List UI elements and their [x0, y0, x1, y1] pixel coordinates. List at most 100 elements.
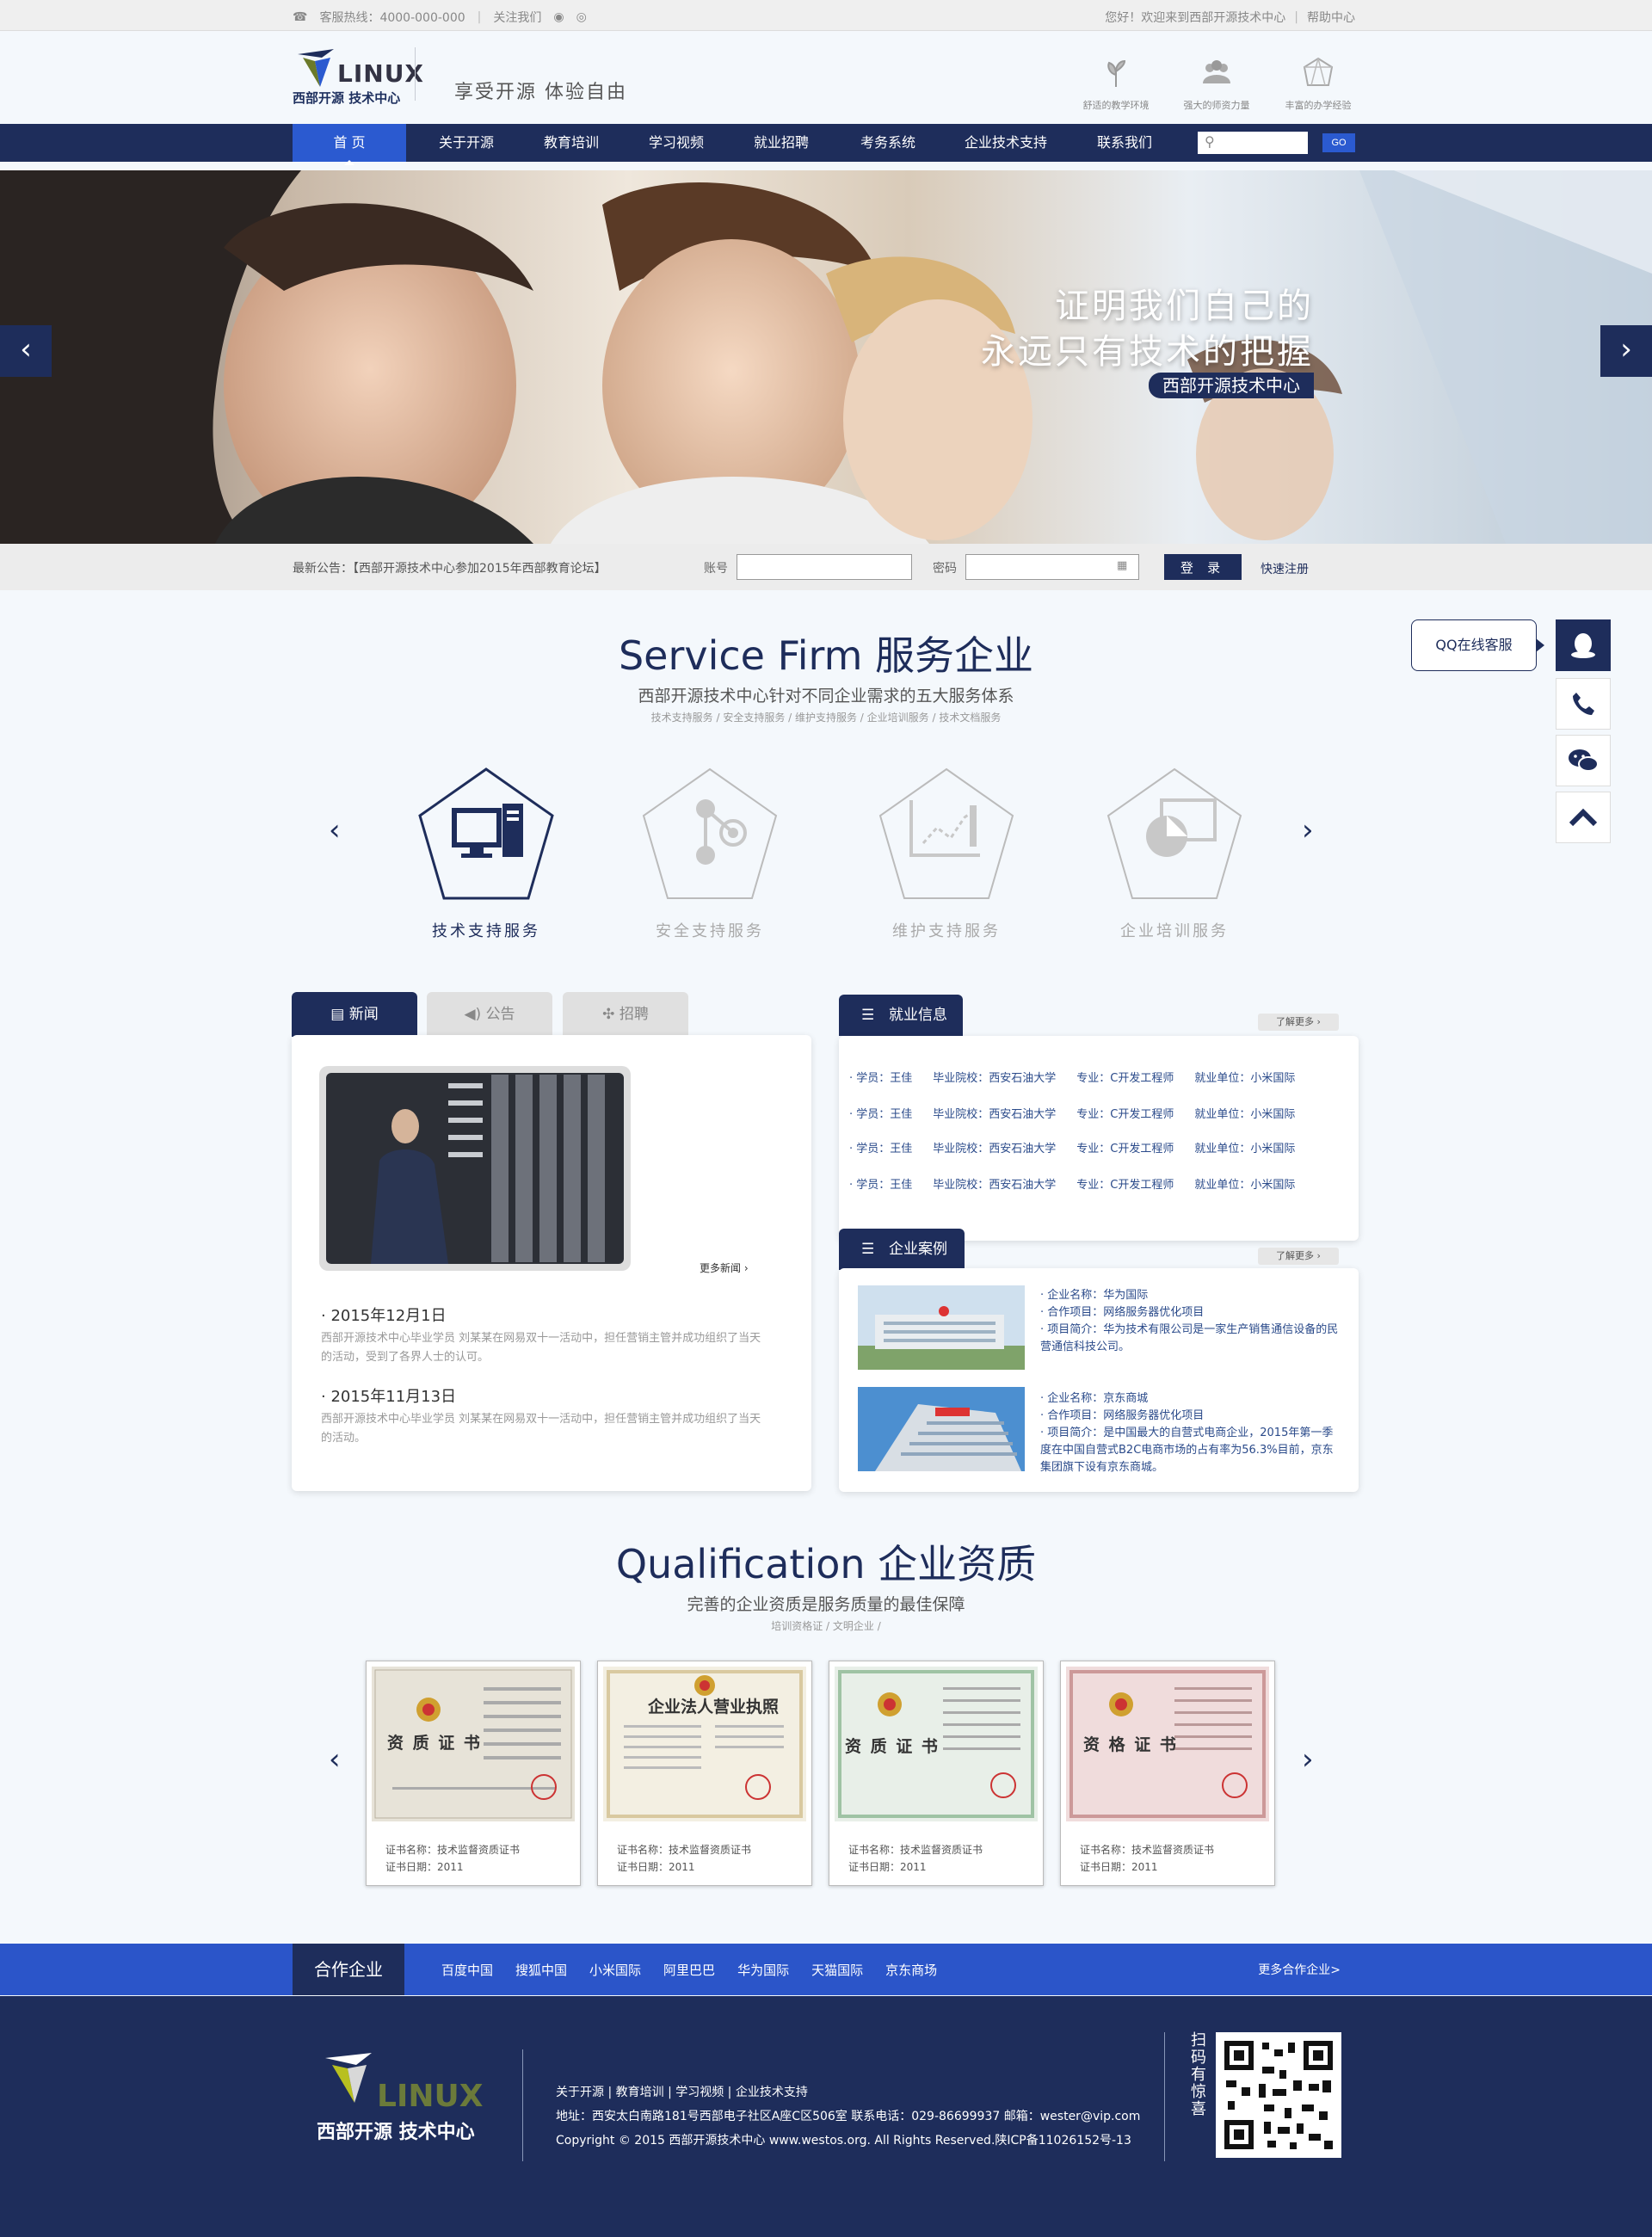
certificate-image [603, 1667, 806, 1821]
news-item[interactable]: · 2015年12月1日 西部开源技术中心毕业学员 刘某某在网易双十一活动中，担… [321, 1303, 768, 1367]
nav-exam[interactable]: 考务系统 [826, 124, 950, 162]
case-project: · 合作项目：网络服务器优化项目 [1040, 1409, 1205, 1422]
qq-online-service[interactable]: QQ在线客服 [1411, 619, 1537, 671]
search-icon: ⚲ [1205, 133, 1215, 150]
service-training[interactable]: 企业培训服务 [1097, 766, 1252, 941]
footer-info: 关于开源 | 教育培训 | 学习视频 | 企业技术支持 地址：西安太白南路181… [556, 2080, 1140, 2153]
service-subtitle: 西部开源技术中心针对不同企业需求的五大服务体系 [638, 687, 1014, 706]
cases-title: 企业案例 [889, 1241, 947, 1258]
news-photo[interactable] [319, 1066, 631, 1271]
tab-announcements[interactable]: ◀) 公告 [427, 992, 552, 1037]
feature-environment: 舒适的教学环境 [1073, 56, 1159, 112]
feature-teachers: 强大的师资力量 [1174, 56, 1260, 112]
nav-jobs[interactable]: 就业招聘 [737, 124, 826, 162]
case-item[interactable]: · 企业名称：华为国际 · 合作项目：网络服务器优化项目 · 项目简介：华为技术… [1040, 1287, 1341, 1356]
more-partners-link[interactable]: 更多合作企业> [1258, 1961, 1341, 1978]
keyboard-icon[interactable]: ▦ [1117, 559, 1127, 572]
job-row[interactable]: · 学员：王佳 毕业院校：西安石油大学 专业：C开发工程师 就业单位：小米国际 [849, 1069, 1316, 1085]
quick-register-link[interactable]: 快速注册 [1261, 560, 1309, 577]
wechat-icon[interactable]: ◎ [576, 10, 587, 24]
service-maintenance[interactable]: 维护支持服务 [869, 766, 1024, 941]
certificate-card[interactable]: 企业法人营业执照 证书名称：技术监督资质证书 证书日期：2011 [597, 1661, 812, 1886]
logo[interactable]: LINUX 西部开源 技术中心 [293, 44, 423, 106]
certificate-card[interactable]: 资 质 证 书 证书名称：技术监督资质证书 证书日期：2011 [366, 1661, 581, 1886]
nav-enterprise[interactable]: 企业技术支持 [950, 124, 1062, 162]
search-go-button[interactable]: GO [1322, 133, 1355, 152]
service-prev-arrow[interactable]: ‹ [329, 813, 341, 847]
partner-link[interactable]: 天猫国际 [811, 1961, 863, 1979]
service-tech-support[interactable]: 技术支持服务 [409, 766, 564, 941]
huawei-building-photo[interactable] [858, 1285, 1025, 1370]
nav-about[interactable]: 关于开源 [406, 124, 527, 162]
certificate-card[interactable]: 资 格 证 书 证书名称：技术监督资质证书 证书日期：2011 [1060, 1661, 1275, 1886]
news-item[interactable]: · 2015年11月13日 西部开源技术中心毕业学员 刘某某在网易双十一活动中，… [321, 1384, 768, 1448]
help-center-link[interactable]: 帮助中心 [1307, 9, 1355, 26]
cert-prev-arrow[interactable]: ‹ [329, 1742, 341, 1777]
password-input[interactable] [965, 554, 1139, 580]
tab-label: 招聘 [619, 1006, 649, 1023]
account-input[interactable] [737, 554, 912, 580]
service-next-arrow[interactable]: › [1302, 813, 1314, 847]
qr-caption: 扫码有惊喜 [1191, 2031, 1206, 2118]
wechat-button[interactable] [1556, 735, 1611, 786]
partner-link[interactable]: 华为国际 [737, 1961, 789, 1979]
partner-link[interactable]: 百度中国 [441, 1961, 493, 1979]
nav-education[interactable]: 教育培训 [527, 124, 616, 162]
bubble-tail [1536, 638, 1544, 652]
main-nav: 首 页 关于开源 教育培训 学习视频 就业招聘 考务系统 企业技术支持 联系我们… [0, 124, 1652, 162]
case-intro: · 项目简介：是中国最大的自营式电商企业，2015年第一季度在中国自营式B2C电… [1040, 1427, 1334, 1474]
more-news-link[interactable]: 更多新闻 › [700, 1260, 749, 1275]
login-button[interactable]: 登 录 [1164, 554, 1242, 580]
certificate-stamp-title: 资 格 证 书 [1083, 1735, 1178, 1754]
news-panel: 更多新闻 › · 2015年12月1日 西部开源技术中心毕业学员 刘某某在网易双… [292, 1035, 811, 1491]
footer-links[interactable]: 关于开源 | 教育培训 | 学习视频 | 企业技术支持 [556, 2080, 1140, 2105]
phone-button[interactable] [1556, 678, 1611, 730]
certificate-date: 证书日期：2011 [1080, 1861, 1158, 1873]
back-to-top-button[interactable] [1556, 792, 1611, 843]
notice-login-bar: 最新公告：【西部开源技术中心参加2015年西部教育论坛】 账号 密码 ▦ 登 录… [0, 544, 1652, 590]
weibo-icon[interactable]: ◉ [553, 10, 564, 24]
certificate-date: 证书日期：2011 [617, 1861, 695, 1873]
partner-link[interactable]: 小米国际 [589, 1961, 641, 1979]
phone-icon: ☎ [293, 10, 308, 24]
case-item[interactable]: · 企业名称：京东商城 · 合作项目：网络服务器优化项目 · 项目简介：是中国最… [1040, 1390, 1341, 1476]
nav-active-indicator [344, 160, 354, 165]
footer-logo-subtitle: 西部开源 技术中心 [317, 2122, 475, 2143]
cases-panel: · 企业名称：华为国际 · 合作项目：网络服务器优化项目 · 项目简介：华为技术… [839, 1268, 1359, 1492]
banner-prev-button[interactable]: ‹ [0, 325, 52, 377]
banner-headline-1: 证明我们自己的 [1055, 287, 1314, 326]
hero-banner: ‹ › 证明我们自己的 永远只有技术的把握 西部开源技术中心 [0, 170, 1652, 544]
footer-logo-mark-icon [325, 2053, 372, 2103]
job-row[interactable]: · 学员：王佳 毕业院校：西安石油大学 专业：C开发工程师 就业单位：小米国际 [849, 1105, 1316, 1121]
tab-recruitment[interactable]: ✣ 招聘 [563, 992, 688, 1037]
nav-videos[interactable]: 学习视频 [616, 124, 737, 162]
jobs-more-link[interactable]: 了解更多 › [1258, 1014, 1339, 1031]
job-row[interactable]: · 学员：王佳 毕业院校：西安石油大学 专业：C开发工程师 就业单位：小米国际 [849, 1175, 1316, 1192]
partner-link[interactable]: 京东商场 [885, 1961, 937, 1979]
partner-link[interactable]: 阿里巴巴 [663, 1961, 715, 1979]
feature-experience: 丰富的办学经验 [1275, 56, 1361, 112]
follow-us-link[interactable]: 关注我们 [493, 9, 541, 26]
computer-icon [418, 767, 554, 900]
qq-chat-button[interactable] [1556, 619, 1611, 671]
tab-news[interactable]: ▤ 新闻 [292, 992, 417, 1037]
speaker-icon: ◀) [464, 1006, 486, 1023]
qualification-title: Qualification 企业资质 [615, 1541, 1037, 1587]
nav-contact[interactable]: 联系我们 [1062, 124, 1187, 162]
banner-next-button[interactable]: › [1600, 325, 1652, 377]
partner-link[interactable]: 搜狐中国 [515, 1961, 567, 1979]
certificate-name: 证书名称：技术监督资质证书 [1080, 1844, 1215, 1856]
job-row[interactable]: · 学员：王佳 毕业院校：西安石油大学 专业：C开发工程师 就业单位：小米国际 [849, 1139, 1316, 1155]
cases-more-link[interactable]: 了解更多 › [1258, 1248, 1339, 1265]
partners-bar: 合作企业 百度中国 搜狐中国 小米国际 阿里巴巴 华为国际 天猫国际 京东商场 … [0, 1944, 1652, 1995]
cert-next-arrow[interactable]: › [1302, 1742, 1314, 1777]
list-icon: ☰ [861, 1241, 875, 1258]
certificate-stamp-title: 企业法人营业执照 [648, 1698, 780, 1716]
jd-building-photo[interactable] [858, 1387, 1025, 1471]
footer-logo[interactable]: LINUX 西部开源 技术中心 [317, 2053, 489, 2148]
news-text: 西部开源技术中心毕业学员 刘某某在网易双十一活动中，担任营销主管并成功组织了当天… [321, 1332, 761, 1364]
nav-home[interactable]: 首 页 [293, 124, 406, 162]
service-security[interactable]: 安全支持服务 [632, 766, 787, 941]
certificate-card[interactable]: 资 质 证 书 证书名称：技术监督资质证书 证书日期：2011 [829, 1661, 1044, 1886]
announcement-link[interactable]: 最新公告：【西部开源技术中心参加2015年西部教育论坛】 [293, 559, 607, 576]
